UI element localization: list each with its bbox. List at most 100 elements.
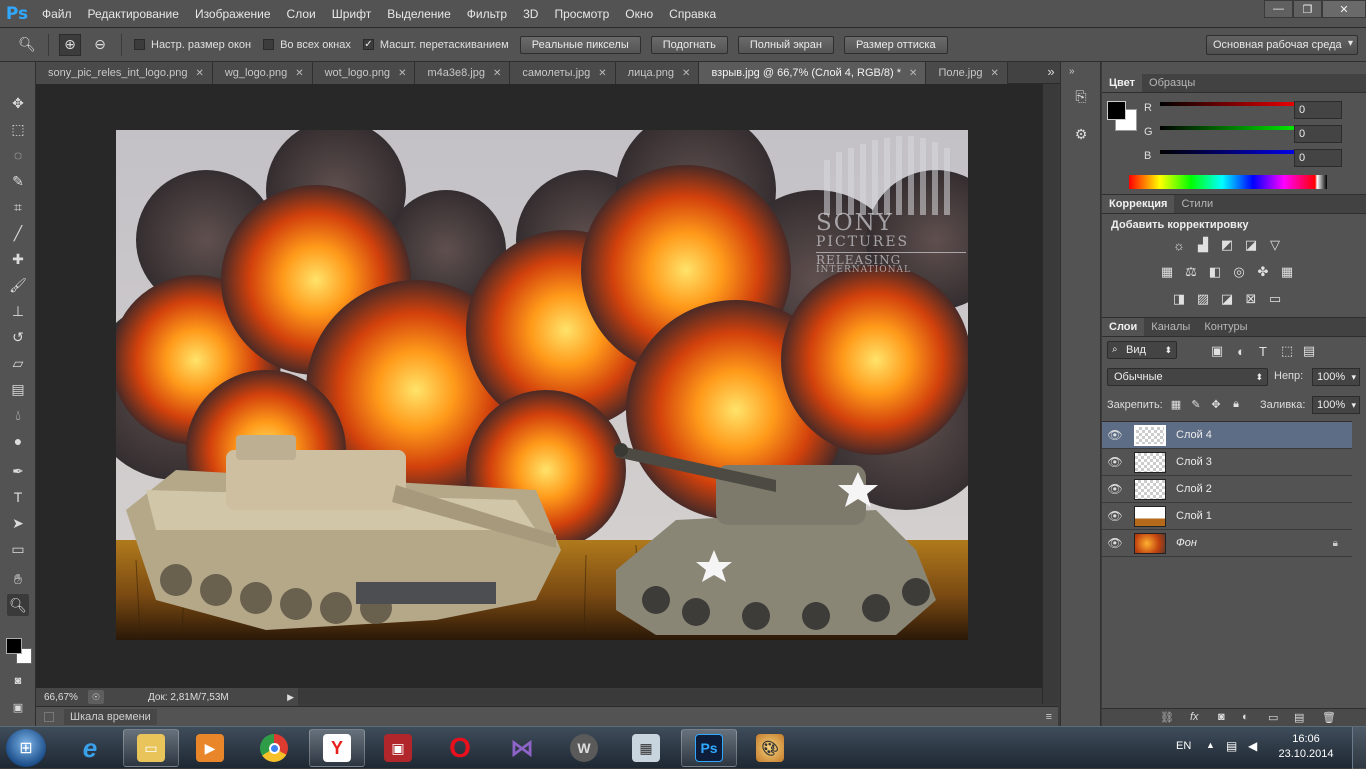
gradient-tool-icon[interactable]: ▤ [7, 378, 29, 400]
floppy-app-icon[interactable]: ▣ [370, 729, 426, 767]
print-size-button[interactable]: Размер оттиска [843, 35, 948, 54]
layer-style-icon[interactable]: fx [1190, 711, 1199, 723]
blue-value-field[interactable]: 0 [1294, 149, 1342, 167]
blur-tool-icon[interactable]: 💧︎ [7, 404, 29, 426]
yandex-browser-icon[interactable]: Y [309, 729, 365, 767]
media-player-icon[interactable]: ▶ [182, 729, 238, 767]
checkbox-checked-box[interactable]: ✓ [362, 39, 374, 50]
layer-row[interactable]: 👁︎ Слой 2 [1102, 476, 1352, 503]
panel-menu-icon[interactable]: ≡ [1046, 711, 1052, 723]
zoom-tool-icon[interactable]: 🔍︎ [7, 594, 29, 616]
filter-smart-object-icon[interactable]: ▤ [1300, 343, 1318, 359]
all-windows-checkbox[interactable]: Во всех окнах [263, 39, 351, 51]
red-slider[interactable] [1160, 102, 1308, 106]
visibility-eye-icon[interactable]: 👁︎ [1102, 509, 1128, 523]
visibility-eye-icon[interactable]: 👁︎ [1102, 536, 1128, 550]
crop-tool-icon[interactable]: ⌗ [7, 196, 29, 218]
menu-layers[interactable]: Слои [279, 0, 324, 28]
filter-pixel-icon[interactable]: ▣ [1208, 343, 1226, 359]
screen-mode-icon[interactable]: ▣ [7, 696, 29, 718]
blue-slider[interactable] [1160, 150, 1308, 154]
tab-faces[interactable]: лица.png ✕ [615, 62, 700, 84]
explorer-folder-icon[interactable]: ▭ [123, 729, 179, 767]
horizontal-scrollbar[interactable] [298, 690, 1042, 704]
close-button[interactable]: ✕ [1322, 0, 1366, 18]
green-value-field[interactable]: 0 [1294, 125, 1342, 143]
marquee-tool-icon[interactable]: ⬚ [7, 118, 29, 140]
lock-position-icon[interactable]: ✥ [1207, 396, 1225, 412]
lock-image-icon[interactable]: ✎ [1187, 396, 1205, 412]
fit-screen-button[interactable]: Подогнать [650, 35, 728, 54]
close-tab-icon[interactable]: ✕ [195, 68, 203, 79]
opacity-field[interactable]: 100% ▾ [1312, 368, 1360, 386]
curves-icon[interactable]: ◩ [1218, 237, 1236, 253]
menu-view[interactable]: Просмотр [546, 0, 617, 28]
green-slider[interactable] [1160, 126, 1308, 130]
channel-mixer-icon[interactable]: ✤ [1254, 264, 1272, 280]
zoom-out-icon[interactable]: ⊖ [89, 34, 111, 56]
resize-windows-checkbox[interactable]: Настр. размер окон [134, 39, 251, 51]
menu-filter[interactable]: Фильтр [459, 0, 515, 28]
collapse-dock-icon[interactable]: » [1069, 66, 1075, 77]
tab-paths[interactable]: Контуры [1197, 318, 1254, 336]
lock-all-icon[interactable]: 🔒︎ [1227, 396, 1245, 412]
clone-stamp-tool-icon[interactable]: ⊥ [7, 300, 29, 322]
close-tab-icon[interactable]: ✕ [991, 68, 999, 79]
tab-color[interactable]: Цвет [1102, 74, 1143, 92]
document-image[interactable]: SONY PICTURES RELEASING INTERNATIONAL [116, 130, 968, 640]
status-options-icon[interactable]: ☉ [88, 690, 104, 704]
posterize-icon[interactable]: ▨ [1194, 291, 1212, 307]
calculator-icon[interactable]: ▦ [618, 729, 674, 767]
hand-tool-icon[interactable]: ✋︎ [7, 568, 29, 590]
vertical-scrollbar[interactable] [1042, 84, 1058, 704]
volume-icon[interactable]: ◀ [1248, 739, 1257, 753]
tab-sony-logo[interactable]: sony_pic_reles_int_logo.png ✕ [36, 62, 213, 84]
photoshop-taskbar-icon[interactable]: Ps [681, 729, 737, 767]
color-spectrum-bar[interactable] [1129, 175, 1327, 189]
menu-3d[interactable]: 3D [515, 0, 546, 28]
tab-overflow-button[interactable]: » [1042, 62, 1060, 83]
layer-row[interactable]: 👁︎ Фон 🔒︎ [1102, 530, 1352, 557]
network-icon[interactable]: ▤ [1226, 739, 1237, 753]
history-brush-tool-icon[interactable]: ↺ [7, 326, 29, 348]
tab-planes[interactable]: самолеты.jpg ✕ [510, 62, 616, 84]
opera-icon[interactable]: O [432, 729, 488, 767]
filter-shape-icon[interactable]: ⬚ [1278, 343, 1296, 359]
close-tab-icon[interactable]: ✕ [398, 68, 406, 79]
rectangle-tool-icon[interactable]: ▭ [7, 538, 29, 560]
visibility-eye-icon[interactable]: 👁︎ [1102, 428, 1128, 442]
close-tab-icon[interactable]: ✕ [598, 68, 606, 79]
eyedropper-tool-icon[interactable]: ╱ [7, 222, 29, 244]
visibility-eye-icon[interactable]: 👁︎ [1102, 455, 1128, 469]
collapse-icon[interactable] [44, 711, 54, 722]
foreground-color-swatch-top[interactable] [6, 638, 22, 654]
menu-help[interactable]: Справка [661, 0, 724, 28]
tab-adjustments[interactable]: Коррекция [1102, 195, 1175, 213]
start-button-windows-icon[interactable]: ⊞ [6, 729, 46, 767]
tab-styles[interactable]: Стили [1174, 195, 1220, 213]
close-tab-icon[interactable]: ✕ [909, 68, 917, 79]
layer-filter-dropdown[interactable]: ⌕ Вид ⬍ [1107, 341, 1177, 359]
fill-screen-button[interactable]: Полный экран [737, 35, 834, 54]
status-arrow-icon[interactable]: ▶ [287, 692, 294, 703]
invert-icon[interactable]: ◨ [1170, 291, 1188, 307]
tab-channels[interactable]: Каналы [1144, 318, 1197, 336]
filter-adjustment-icon[interactable]: ◐ [1232, 343, 1250, 359]
red-value-field[interactable]: 0 [1294, 101, 1342, 119]
timeline-label[interactable]: Шкала времени [64, 708, 157, 725]
exposure-icon[interactable]: ◪ [1242, 237, 1260, 253]
chrome-icon[interactable] [246, 729, 302, 767]
tab-field[interactable]: Поле.jpg ✕ [926, 62, 1008, 84]
layer-row[interactable]: 👁︎ Слой 1 [1102, 503, 1352, 530]
minimize-button[interactable]: — [1264, 0, 1293, 18]
lasso-tool-icon[interactable]: ◌ [7, 144, 29, 166]
properties-panel-icon[interactable]: ⚙ [1070, 126, 1092, 148]
quick-mask-icon[interactable]: ◙ [7, 670, 29, 692]
filter-type-icon[interactable]: T [1254, 343, 1272, 359]
threshold-icon[interactable]: ◪ [1218, 291, 1236, 307]
menu-type[interactable]: Шрифт [324, 0, 379, 28]
menu-edit[interactable]: Редактирование [80, 0, 187, 28]
zoom-in-icon[interactable]: ⊕ [59, 33, 81, 56]
fill-field[interactable]: 100% ▾ [1312, 396, 1360, 414]
paint-icon[interactable]: 🎨︎ [742, 729, 798, 767]
